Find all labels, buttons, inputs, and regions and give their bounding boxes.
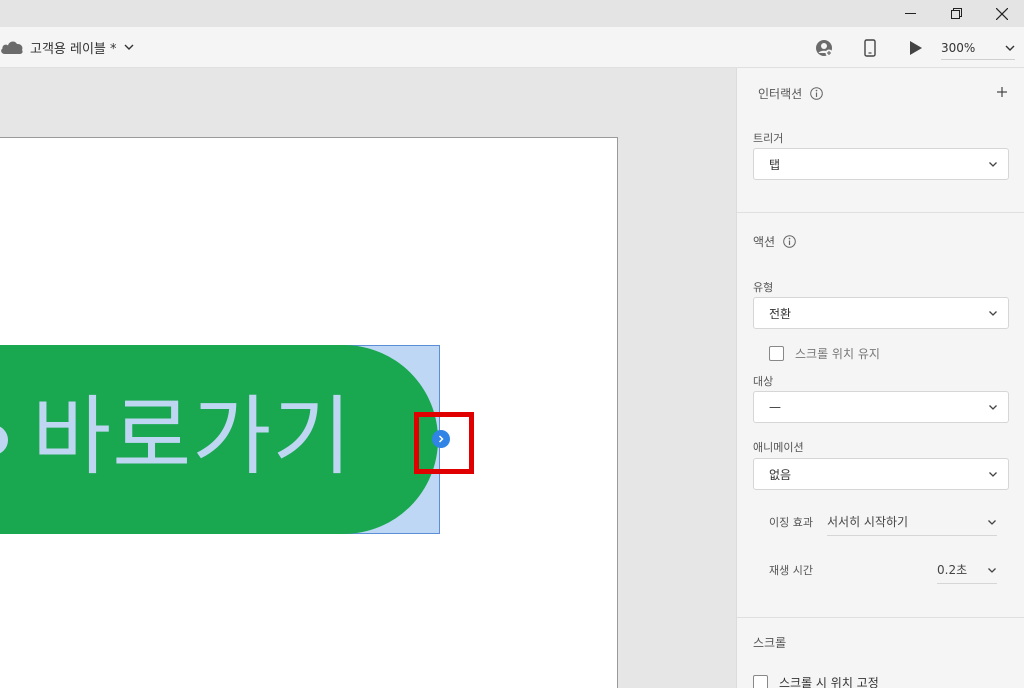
chevron-down-icon	[988, 519, 996, 525]
minimize-button[interactable]	[887, 0, 933, 27]
checkbox-box[interactable]	[753, 675, 768, 688]
duration-select[interactable]: 0.2초	[937, 556, 997, 584]
fix-position-label: 스크롤 시 위치 고정	[779, 676, 879, 688]
trigger-label: 트리거	[753, 132, 784, 145]
section-divider	[737, 617, 1024, 618]
chevron-down-icon	[989, 311, 997, 316]
document-title: 고객용 레이블 *	[30, 41, 117, 57]
info-icon[interactable]	[810, 87, 823, 100]
chevron-down-icon	[989, 162, 997, 167]
target-label: 대상	[753, 375, 774, 388]
info-icon[interactable]	[783, 235, 796, 248]
close-button[interactable]	[979, 0, 1024, 27]
cloud-icon	[1, 41, 23, 54]
trigger-dropdown[interactable]: 탭	[753, 148, 1009, 180]
document-title-menu[interactable]: 고객용 레이블 *	[0, 36, 134, 58]
highlight-box	[414, 412, 474, 474]
shortcut-button-text[interactable]: 바로가기	[32, 387, 352, 487]
title-bar	[0, 0, 1024, 27]
user-share-icon	[816, 40, 833, 57]
chevron-down-icon	[989, 472, 997, 477]
scroll-section-header: 스크롤	[753, 634, 786, 651]
play-icon	[910, 41, 922, 55]
restore-icon	[950, 8, 962, 19]
easing-value: 서서히 시작하기	[827, 515, 909, 529]
animation-label: 애니메이션	[753, 441, 804, 454]
type-label: 유형	[753, 281, 774, 294]
chevron-down-icon	[988, 567, 996, 573]
plus-icon	[997, 87, 1007, 97]
trigger-value: 탭	[769, 157, 781, 172]
action-section-header: 액션	[753, 233, 796, 250]
device-preview-button[interactable]	[859, 37, 881, 59]
chevron-down-icon	[1005, 45, 1015, 51]
interaction-section-header: 인터랙션	[758, 85, 823, 102]
close-icon	[996, 7, 1008, 20]
fix-position-checkbox[interactable]: 스크롤 시 위치 고정	[753, 674, 879, 688]
share-user-button[interactable]	[813, 37, 835, 59]
target-dropdown[interactable]: —	[753, 391, 1009, 423]
easing-select[interactable]: 서서히 시작하기	[827, 508, 997, 536]
animation-dropdown[interactable]: 없음	[753, 458, 1009, 490]
easing-label: 이징 효과	[769, 516, 813, 529]
duration-value: 0.2초	[937, 563, 968, 577]
chevron-down-icon	[124, 44, 134, 50]
chevron-down-icon	[989, 405, 997, 410]
target-value: —	[769, 400, 781, 414]
animation-value: 없음	[769, 467, 792, 482]
property-inspector: 인터랙션 트리거 탭 액션 유형 전환 스크롤 위치 유지 대상 — 애니메이션…	[736, 68, 1024, 688]
type-dropdown[interactable]: 전환	[753, 297, 1009, 329]
zoom-value: 300%	[941, 40, 976, 55]
restore-button[interactable]	[933, 0, 979, 27]
minimize-icon	[904, 13, 916, 14]
design-canvas[interactable]: 바로가기	[0, 68, 736, 688]
interaction-title: 인터랙션	[758, 87, 803, 101]
add-interaction-button[interactable]	[993, 83, 1011, 101]
action-title: 액션	[753, 235, 776, 249]
keep-scroll-label: 스크롤 위치 유지	[795, 347, 880, 361]
phone-preview-icon	[864, 39, 876, 57]
duration-label: 재생 시간	[769, 564, 813, 577]
section-divider	[737, 212, 1024, 213]
scroll-title: 스크롤	[753, 636, 787, 650]
duration-row: 재생 시간 0.2초	[769, 556, 997, 584]
checkbox-box[interactable]	[769, 346, 784, 361]
keep-scroll-position-checkbox[interactable]: 스크롤 위치 유지	[769, 345, 880, 362]
toolbar: 고객용 레이블 * 300%	[0, 27, 1024, 68]
zoom-select[interactable]: 300%	[941, 36, 1015, 60]
easing-row: 이징 효과 서서히 시작하기	[769, 508, 997, 536]
type-value: 전환	[769, 306, 792, 321]
play-preview-button[interactable]	[905, 37, 927, 59]
